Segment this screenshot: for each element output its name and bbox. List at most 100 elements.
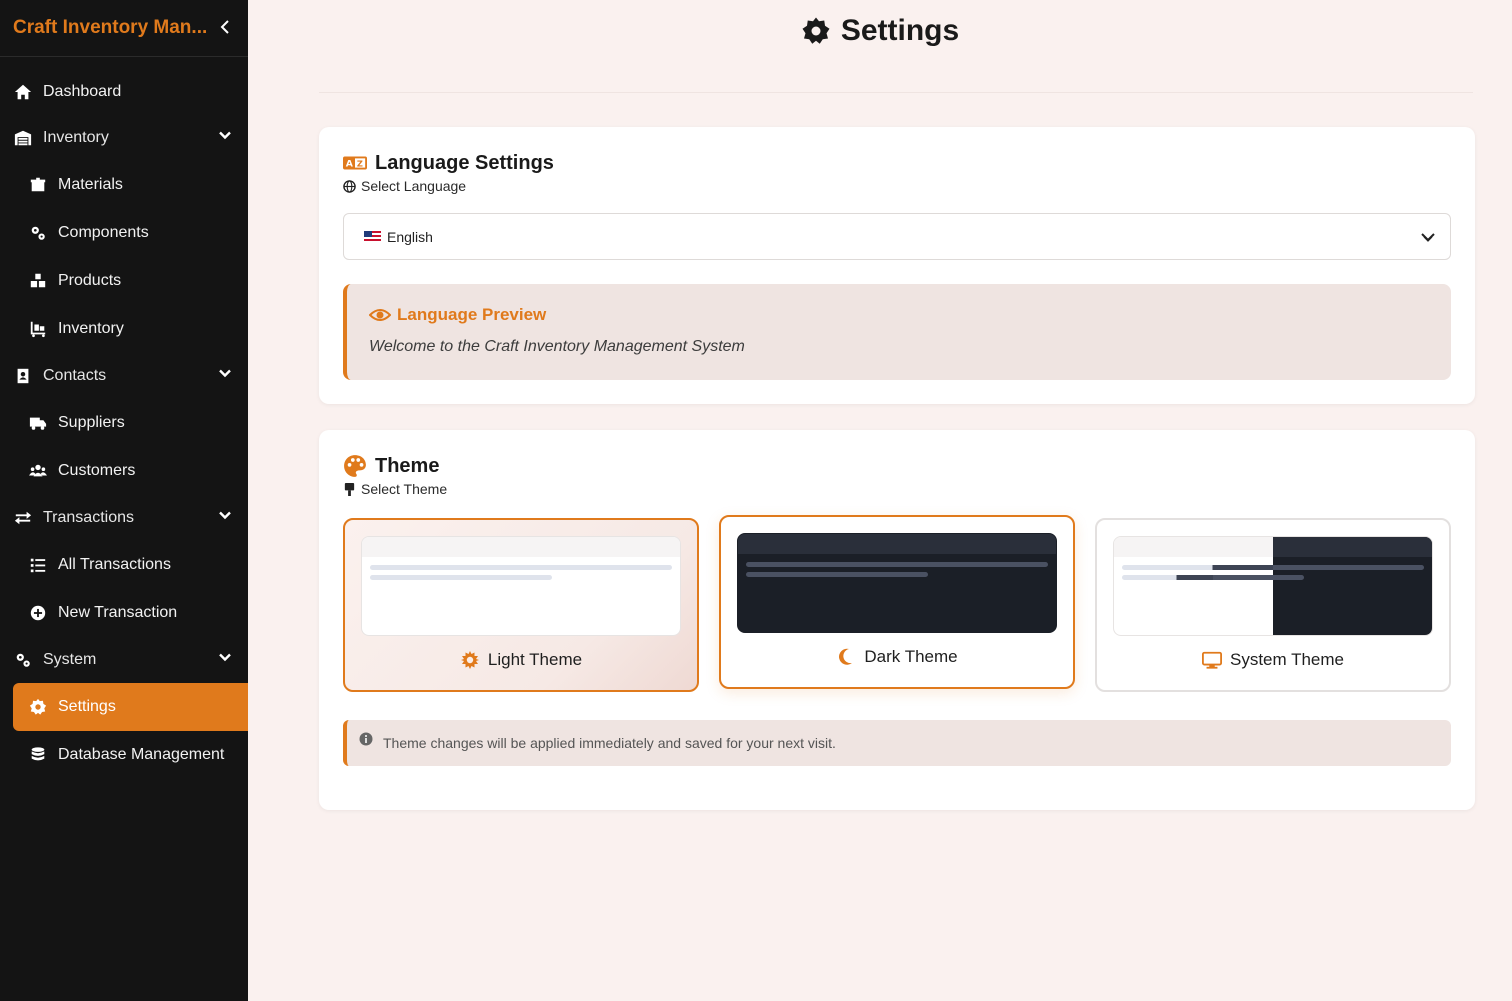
sidebar-item-label: Inventory — [58, 320, 124, 337]
box-icon — [28, 175, 48, 195]
moon-icon — [839, 648, 853, 665]
database-icon — [28, 745, 48, 765]
sidebar-item-label: All Transactions — [58, 556, 171, 573]
chevron-down-icon[interactable] — [1420, 230, 1436, 247]
dark-theme-preview — [737, 533, 1057, 633]
sidebar-item-new-transaction[interactable]: New Transaction — [0, 589, 248, 637]
home-icon — [13, 82, 33, 102]
palette-icon — [344, 455, 366, 477]
system-theme-text: System Theme — [1229, 650, 1344, 669]
exchange-icon — [13, 508, 33, 528]
sidebar-item-all-transactions[interactable]: All Transactions — [0, 541, 248, 589]
cogs-icon — [13, 650, 33, 670]
sidebar-nav: Dashboard Inventory Materials Components… — [0, 57, 248, 779]
sidebar-item-suppliers[interactable]: Suppliers — [0, 399, 248, 447]
cubes-icon — [28, 271, 48, 291]
theme-info-note: Theme changes will be applied immediatel… — [343, 720, 1451, 766]
sidebar-group-contacts[interactable]: Contacts — [0, 353, 248, 399]
sidebar-item-label: Materials — [58, 176, 123, 193]
warehouse-icon — [13, 128, 33, 148]
sidebar-item-label: Database Management — [58, 746, 225, 763]
address-book-icon — [13, 366, 33, 386]
system-theme-option[interactable]: System Theme — [1095, 518, 1451, 692]
theme-info-text: Theme changes will be applied immediatel… — [383, 735, 836, 751]
select-language-label: Select Language — [343, 178, 466, 194]
eye-icon — [369, 309, 391, 321]
select-language-text: Select Language — [361, 178, 467, 194]
collapse-sidebar-icon[interactable] — [215, 18, 235, 39]
chevron-down-icon[interactable] — [218, 651, 232, 670]
language-select[interactable]: English — [343, 213, 1451, 260]
theme-title: Theme — [375, 454, 440, 477]
dark-theme-label: Dark Theme — [721, 647, 1073, 667]
chevron-down-icon[interactable] — [218, 509, 232, 528]
sidebar-item-materials[interactable]: Materials — [0, 161, 248, 209]
sidebar-group-label: System — [43, 651, 97, 668]
info-icon — [359, 732, 373, 746]
gear-icon — [802, 17, 830, 44]
page-title: Settings — [248, 14, 1512, 48]
language-preview: Language Preview Welcome to the Craft In… — [343, 284, 1451, 380]
language-settings-card: AZ Language Settings Select Language Eng… — [319, 127, 1475, 404]
dark-theme-text: Dark Theme — [864, 647, 958, 666]
dark-theme-option[interactable]: Dark Theme — [719, 515, 1075, 689]
users-icon — [28, 461, 48, 481]
sidebar-header: Craft Inventory Man... — [0, 0, 248, 57]
chevron-down-icon[interactable] — [218, 367, 232, 386]
page-title-text: Settings — [840, 14, 960, 47]
sidebar-group-transactions[interactable]: Transactions — [0, 495, 248, 541]
system-theme-label: System Theme — [1097, 650, 1449, 670]
language-select-value: English — [387, 228, 433, 245]
svg-text:Z: Z — [357, 159, 363, 169]
language-preview-text: Welcome to the Craft Inventory Managemen… — [369, 338, 745, 355]
svg-text:A: A — [346, 159, 354, 170]
sidebar-group-system[interactable]: System — [0, 637, 248, 683]
theme-card: Theme Select Theme Light Theme Dark Them… — [319, 430, 1475, 810]
sidebar-item-label: New Transaction — [58, 604, 178, 621]
app-title[interactable]: Craft Inventory Man... — [13, 17, 207, 39]
dolly-icon — [28, 319, 48, 339]
cogs-icon — [28, 223, 48, 243]
sidebar-item-label: Products — [58, 272, 122, 289]
sidebar-item-label: Components — [58, 224, 149, 241]
globe-icon — [343, 179, 356, 193]
main-content: Settings AZ Language Settings Select Lan… — [248, 0, 1512, 1001]
language-settings-heading: AZ Language Settings — [343, 151, 554, 175]
desktop-icon — [1201, 651, 1222, 669]
divider — [319, 92, 1473, 93]
sidebar-group-inventory[interactable]: Inventory — [0, 115, 248, 161]
sidebar-item-label: Customers — [58, 462, 136, 479]
select-theme-text: Select Theme — [361, 481, 448, 497]
sidebar-item-customers[interactable]: Customers — [0, 447, 248, 495]
sidebar-item-dashboard[interactable]: Dashboard — [0, 69, 248, 115]
language-preview-title: Language Preview — [397, 305, 547, 324]
sidebar-group-label: Contacts — [43, 367, 107, 384]
sidebar-group-label: Transactions — [43, 509, 134, 526]
sidebar-item-label: Suppliers — [58, 414, 125, 431]
select-theme-label: Select Theme — [343, 481, 447, 497]
truck-icon — [28, 413, 48, 433]
sidebar-item-settings[interactable]: Settings — [13, 683, 248, 731]
sidebar-item-inventory[interactable]: Inventory — [0, 305, 248, 353]
language-icon: AZ — [343, 156, 367, 170]
system-theme-preview — [1113, 536, 1433, 636]
list-icon — [28, 555, 48, 575]
light-theme-text: Light Theme — [487, 650, 583, 669]
sidebar-item-database-management[interactable]: Database Management — [0, 731, 248, 779]
sidebar-item-components[interactable]: Components — [0, 209, 248, 257]
light-theme-preview — [361, 536, 681, 636]
sidebar-item-products[interactable]: Products — [0, 257, 248, 305]
gear-icon — [28, 697, 48, 717]
light-theme-label: Light Theme — [345, 650, 697, 670]
sidebar: Craft Inventory Man... Dashboard Invento… — [0, 0, 248, 1001]
language-settings-title: Language Settings — [375, 151, 554, 174]
chevron-down-icon[interactable] — [218, 129, 232, 148]
light-theme-option[interactable]: Light Theme — [343, 518, 699, 692]
sidebar-item-label: Dashboard — [43, 83, 122, 100]
language-preview-heading: Language Preview — [369, 304, 546, 326]
sun-icon — [460, 651, 479, 669]
sidebar-group-label: Inventory — [43, 129, 109, 146]
plus-circle-icon — [28, 603, 48, 623]
sidebar-item-label: Settings — [58, 698, 116, 715]
theme-heading: Theme — [343, 454, 439, 478]
